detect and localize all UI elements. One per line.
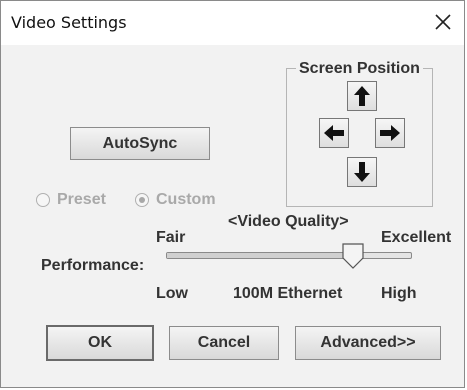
custom-label: Custom	[156, 191, 216, 208]
fair-label: Fair	[156, 229, 186, 246]
close-icon	[435, 14, 451, 30]
move-right-button[interactable]	[375, 118, 405, 148]
custom-radio-dot	[139, 197, 145, 203]
custom-radio[interactable]	[135, 193, 149, 207]
arrow-up-icon	[354, 86, 370, 106]
performance-slider-thumb[interactable]	[342, 243, 364, 269]
ok-button[interactable]: OK	[46, 325, 154, 361]
arrow-right-icon	[380, 125, 400, 141]
move-up-button[interactable]	[347, 81, 377, 111]
slider-thumb-icon	[342, 243, 364, 269]
cancel-button[interactable]: Cancel	[169, 326, 279, 360]
advanced-button[interactable]: Advanced>>	[295, 326, 441, 360]
autosync-button[interactable]: AutoSync	[70, 127, 210, 160]
excellent-label: Excellent	[381, 229, 452, 246]
title-bar: Video Settings	[1, 1, 464, 45]
move-down-button[interactable]	[347, 157, 377, 187]
video-quality-label: <Video Quality>	[228, 213, 349, 230]
close-button[interactable]	[432, 11, 454, 33]
low-label: Low	[156, 285, 188, 302]
screen-position-title: Screen Position	[296, 60, 423, 78]
high-label: High	[381, 285, 417, 302]
video-settings-dialog: Video Settings AutoSync Screen Position …	[0, 0, 465, 388]
window-title: Video Settings	[11, 13, 127, 32]
move-left-button[interactable]	[319, 118, 349, 148]
preset-label: Preset	[57, 191, 106, 208]
preset-radio[interactable]	[36, 193, 50, 207]
arrow-down-icon	[354, 162, 370, 182]
ethernet-label: 100M Ethernet	[233, 285, 343, 302]
performance-slider-track[interactable]	[166, 252, 412, 259]
performance-slider-fill	[167, 253, 353, 258]
performance-label: Performance:	[41, 257, 145, 274]
arrow-left-icon	[324, 125, 344, 141]
